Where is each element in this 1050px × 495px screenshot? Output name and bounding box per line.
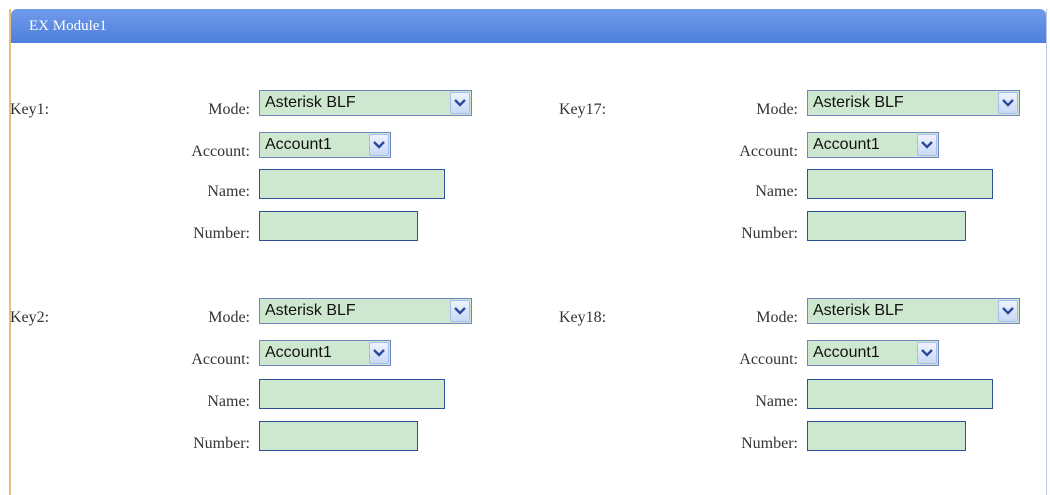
number-label: Number: <box>741 225 798 242</box>
chevron-down-icon[interactable] <box>369 134 389 156</box>
account-label: Account: <box>191 143 250 160</box>
number-label: Number: <box>741 435 798 452</box>
chevron-down-icon[interactable] <box>450 92 470 114</box>
panel-title: EX Module1 <box>29 18 107 34</box>
number-input[interactable] <box>259 421 418 451</box>
name-label: Name: <box>207 393 250 410</box>
mode-label: Mode: <box>756 309 798 326</box>
account-select[interactable]: Account1 <box>259 132 391 158</box>
mode-select-value: Asterisk BLF <box>265 94 356 111</box>
account-label: Account: <box>739 143 798 160</box>
mode-select-value: Asterisk BLF <box>265 302 356 319</box>
name-label: Name: <box>207 183 250 200</box>
account-select-value: Account1 <box>813 136 880 153</box>
number-label: Number: <box>193 435 250 452</box>
chevron-down-icon[interactable] <box>917 134 937 156</box>
account-select[interactable]: Account1 <box>807 340 939 366</box>
name-label: Name: <box>755 393 798 410</box>
account-select-value: Account1 <box>813 344 880 361</box>
account-select-value: Account1 <box>265 344 332 361</box>
account-select-value: Account1 <box>265 136 332 153</box>
number-input[interactable] <box>807 211 966 241</box>
account-select[interactable]: Account1 <box>259 340 391 366</box>
chevron-down-icon[interactable] <box>450 300 470 322</box>
mode-label: Mode: <box>208 101 250 118</box>
mode-select[interactable]: Asterisk BLF <box>807 90 1020 116</box>
mode-select-value: Asterisk BLF <box>813 302 904 319</box>
account-select[interactable]: Account1 <box>807 132 939 158</box>
name-input[interactable] <box>259 169 445 199</box>
panel-header: EX Module1 <box>11 9 1046 43</box>
account-label: Account: <box>739 351 798 368</box>
account-label: Account: <box>191 351 250 368</box>
name-input[interactable] <box>259 379 445 409</box>
mode-label: Mode: <box>756 101 798 118</box>
mode-label: Mode: <box>208 309 250 326</box>
mode-select-value: Asterisk BLF <box>813 94 904 111</box>
chevron-down-icon[interactable] <box>369 342 389 364</box>
chevron-down-icon[interactable] <box>917 342 937 364</box>
mode-select[interactable]: Asterisk BLF <box>259 298 472 324</box>
mode-select[interactable]: Asterisk BLF <box>259 90 472 116</box>
number-label: Number: <box>193 225 250 242</box>
number-input[interactable] <box>259 211 418 241</box>
mode-select[interactable]: Asterisk BLF <box>807 298 1020 324</box>
name-input[interactable] <box>807 169 993 199</box>
key-label: Key2: <box>10 309 50 326</box>
key-label: Key1: <box>10 101 50 118</box>
key-label: Key17: <box>559 101 607 118</box>
chevron-down-icon[interactable] <box>998 300 1018 322</box>
number-input[interactable] <box>807 421 966 451</box>
ex-module-panel: EX Module1 Key1: Mode: Asterisk BLF Acco… <box>9 9 1047 495</box>
name-label: Name: <box>755 183 798 200</box>
chevron-down-icon[interactable] <box>998 92 1018 114</box>
name-input[interactable] <box>807 379 993 409</box>
key-label: Key18: <box>559 309 607 326</box>
